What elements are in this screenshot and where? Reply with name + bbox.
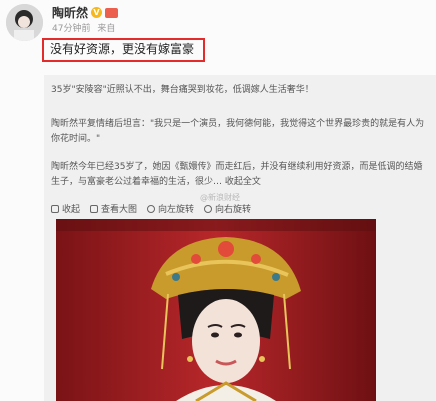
collapse-icon (51, 204, 59, 213)
vip-crown-icon (105, 7, 119, 18)
weibo-post: 陶昕然 V 47分钟前 来自 没有好资源，更没有嫁富豪 35岁"安陵容"近照认不… (0, 0, 436, 401)
view-large-image-label: 查看大图 (101, 205, 138, 215)
repost-paragraph-3: 陶昕然今年已经35岁了，她因《甄嬛传》而走红后，并没有继续利用好资源，而是低调的… (51, 162, 423, 187)
collapse-label: 收起 (62, 205, 81, 215)
rotate-right-label: 向右旋转 (215, 205, 252, 215)
avatar-image (6, 4, 43, 41)
repost-paragraph-2: 陶昕然平复情绪后坦言："我只是一个演员，我何德何能，我觉得这个世界最珍贵的就是有… (51, 119, 425, 144)
post-photo[interactable] (56, 219, 376, 401)
rotate-right-button[interactable]: 向右旋转 (204, 202, 251, 215)
author-name-row: 陶昕然 V (52, 4, 119, 21)
actress-photo-illustration (56, 219, 376, 401)
post-headline: 没有好资源，更没有嫁富豪 (42, 38, 205, 62)
rotate-right-icon (204, 204, 213, 213)
author-name[interactable]: 陶昕然 (52, 4, 88, 21)
magnify-icon (90, 204, 99, 213)
post-time[interactable]: 47分钟前 (52, 24, 90, 34)
rotate-left-button[interactable]: 向左旋转 (147, 202, 194, 215)
post-source: 来自 (97, 24, 116, 34)
post-meta: 47分钟前 来自 (52, 21, 119, 34)
reposted-content: 35岁"安陵容"近照认不出，舞台痛哭到妆花，低调嫁人生活奢华！ 陶昕然平复情绪后… (44, 75, 436, 401)
view-large-image-button[interactable]: 查看大图 (90, 202, 137, 215)
rotate-left-label: 向左旋转 (158, 205, 195, 215)
image-actions: 收起 查看大图 向左旋转 向右旋转 (51, 202, 251, 215)
collapse-button[interactable]: 收起 (51, 202, 80, 215)
repost-paragraph-1: 35岁"安陵容"近照认不出，舞台痛哭到妆花，低调嫁人生活奢华！ (51, 85, 314, 95)
avatar[interactable] (6, 4, 43, 41)
rotate-left-icon (147, 204, 156, 213)
verified-badge-icon: V (91, 7, 103, 18)
